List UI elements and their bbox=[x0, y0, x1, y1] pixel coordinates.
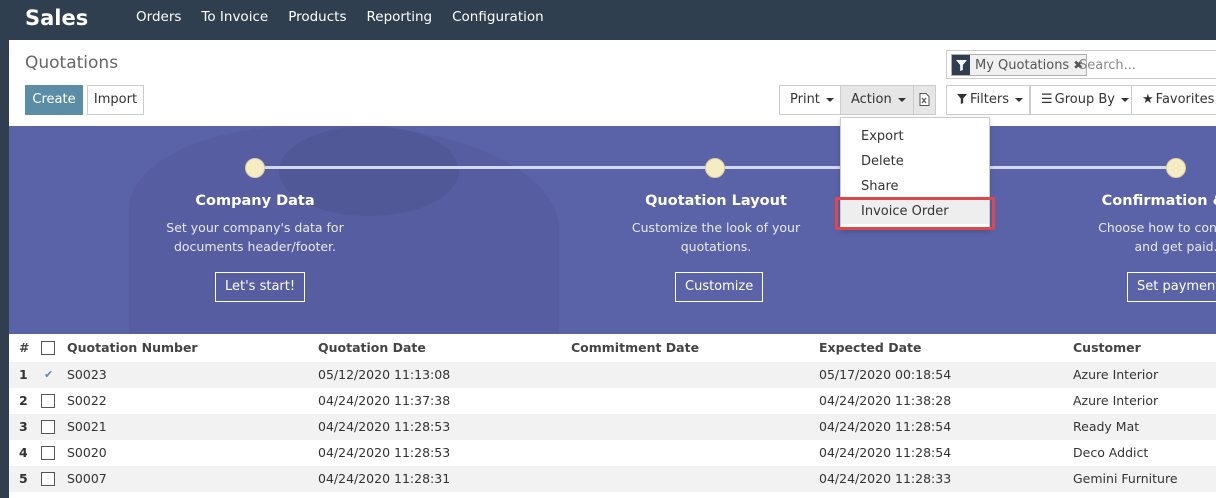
table-row[interactable]: 5 S0007 04/24/2020 11:28:31 04/24/2020 1… bbox=[9, 466, 1216, 492]
step-1-desc-line2: documents header/footer. bbox=[173, 239, 337, 254]
set-payments-button[interactable]: Set payments bbox=[1127, 272, 1216, 302]
menu-item-configuration[interactable]: Configuration bbox=[452, 0, 544, 36]
caret-down-icon bbox=[1014, 97, 1023, 102]
cell-customer: Azure Interior bbox=[1073, 367, 1159, 382]
cell-customer: Ready Mat bbox=[1073, 419, 1140, 434]
search-facet: My Quotations ✖ bbox=[951, 54, 1088, 76]
star-icon: ★ bbox=[1142, 92, 1154, 107]
cell-expected-date: 04/24/2020 11:28:54 bbox=[819, 445, 952, 460]
menu-item-to-invoice[interactable]: To Invoice bbox=[201, 0, 268, 36]
step-3-dot bbox=[1166, 158, 1186, 178]
header-quotation-date[interactable]: Quotation Date bbox=[318, 334, 426, 362]
table-header-row: # Quotation Number Quotation Date Commit… bbox=[9, 334, 1216, 362]
cell-customer: Azure Interior bbox=[1073, 393, 1159, 408]
cell-customer: Deco Addict bbox=[1073, 445, 1149, 460]
page-title: Quotations bbox=[25, 53, 119, 73]
create-button[interactable]: Create bbox=[25, 85, 83, 115]
cell-quotation-number: S0021 bbox=[67, 419, 107, 434]
export-xls-button[interactable] bbox=[913, 85, 936, 115]
table-row[interactable]: 2 S0022 04/24/2020 11:37:38 04/24/2020 1… bbox=[9, 388, 1216, 414]
menu-item-orders[interactable]: Orders bbox=[136, 0, 181, 36]
step-2-title: Quotation Layout bbox=[645, 193, 787, 209]
filter-icon bbox=[952, 55, 970, 75]
step-2-dot bbox=[705, 158, 725, 178]
cell-quotation-number: S0022 bbox=[67, 393, 107, 408]
checkmark-icon[interactable]: ✔ bbox=[44, 362, 53, 388]
header-quotation-number[interactable]: Quotation Number bbox=[67, 334, 198, 362]
select-all-checkbox[interactable] bbox=[41, 341, 55, 355]
row-index: 3 bbox=[19, 419, 28, 434]
row-index: 5 bbox=[19, 471, 28, 486]
row-checkbox[interactable] bbox=[41, 420, 55, 434]
header-index: # bbox=[19, 340, 30, 355]
header-expected-date[interactable]: Expected Date bbox=[819, 334, 921, 362]
row-checkbox[interactable] bbox=[41, 446, 55, 460]
group-by-dropdown-button[interactable]: ☰ Group By bbox=[1030, 85, 1132, 115]
main-menu: Orders To Invoice Products Reporting Con… bbox=[136, 0, 564, 36]
row-index: 2 bbox=[19, 393, 28, 408]
step-2-desc-line2: quotations. bbox=[680, 239, 752, 254]
row-checkbox[interactable] bbox=[41, 394, 55, 408]
cell-quotation-date: 04/24/2020 11:37:38 bbox=[318, 393, 451, 408]
step-3-title: Confirmation & Pa bbox=[1101, 193, 1216, 209]
step-3-desc-line1: Choose how to confirm q bbox=[1098, 220, 1216, 235]
bars-icon: ☰ bbox=[1041, 92, 1053, 107]
lets-start-button[interactable]: Let's start! bbox=[215, 272, 306, 302]
cell-quotation-number: S0007 bbox=[67, 471, 107, 486]
top-navbar: Sales Orders To Invoice Products Reporti… bbox=[0, 0, 1216, 40]
app-brand[interactable]: Sales bbox=[25, 4, 88, 32]
step-2-desc-line1: Customize the look of your bbox=[631, 220, 801, 235]
filters-label: Filters bbox=[970, 92, 1009, 107]
annotation-highlight-box bbox=[835, 197, 995, 230]
header-commitment-date[interactable]: Commitment Date bbox=[571, 334, 699, 362]
menu-item-delete[interactable]: Delete bbox=[841, 149, 989, 174]
action-dropdown-button[interactable]: Action bbox=[840, 85, 914, 115]
row-index: 1 bbox=[19, 367, 28, 382]
filter-icon bbox=[957, 94, 967, 104]
print-label: Print bbox=[790, 92, 820, 107]
row-checkbox[interactable] bbox=[41, 472, 55, 486]
menu-item-products[interactable]: Products bbox=[288, 0, 346, 36]
onboarding-banner: Company Data Set your company's data for… bbox=[9, 126, 1216, 334]
customize-button[interactable]: Customize bbox=[675, 272, 764, 302]
caret-down-icon bbox=[1120, 97, 1129, 102]
row-index: 4 bbox=[19, 445, 28, 460]
menu-item-export[interactable]: Export bbox=[841, 124, 989, 149]
menu-item-reporting[interactable]: Reporting bbox=[366, 0, 432, 36]
left-edge-bar bbox=[0, 40, 9, 498]
cell-quotation-number: S0020 bbox=[67, 445, 107, 460]
cell-expected-date: 04/24/2020 11:38:28 bbox=[819, 393, 952, 408]
header-customer[interactable]: Customer bbox=[1073, 334, 1141, 362]
cell-customer: Gemini Furniture bbox=[1073, 471, 1178, 486]
step-3-desc-line2: and get paid. bbox=[1134, 239, 1216, 254]
filters-dropdown-button[interactable]: Filters bbox=[946, 85, 1030, 115]
step-1-title: Company Data bbox=[195, 193, 315, 209]
print-dropdown-button[interactable]: Print bbox=[779, 85, 841, 115]
search-bar: My Quotations ✖ bbox=[946, 50, 1216, 79]
search-input[interactable] bbox=[1079, 55, 1216, 75]
step-1-desc-line1: Set your company's data for bbox=[166, 220, 344, 235]
cell-expected-date: 05/17/2020 00:18:54 bbox=[819, 367, 952, 382]
cell-quotation-date: 04/24/2020 11:28:53 bbox=[318, 419, 451, 434]
cell-quotation-date: 05/12/2020 11:13:08 bbox=[318, 367, 451, 382]
cell-quotation-date: 04/24/2020 11:28:53 bbox=[318, 445, 451, 460]
step-1-dot bbox=[245, 158, 265, 178]
favorites-dropdown-button[interactable]: ★ Favorites bbox=[1131, 85, 1216, 115]
cell-expected-date: 04/24/2020 11:28:33 bbox=[819, 471, 952, 486]
cell-quotation-number: S0023 bbox=[67, 367, 107, 382]
table-row[interactable]: 3 S0021 04/24/2020 11:28:53 04/24/2020 1… bbox=[9, 414, 1216, 440]
favorites-label: Favorites bbox=[1155, 92, 1215, 107]
cell-expected-date: 04/24/2020 11:28:54 bbox=[819, 419, 952, 434]
table-row[interactable]: 1 ✔ S0023 05/12/2020 11:13:08 05/17/2020… bbox=[9, 362, 1216, 388]
caret-down-icon bbox=[897, 97, 906, 102]
spreadsheet-icon bbox=[919, 93, 930, 106]
cell-quotation-date: 04/24/2020 11:28:31 bbox=[318, 471, 451, 486]
caret-down-icon bbox=[825, 97, 834, 102]
table-row[interactable]: 4 S0020 04/24/2020 11:28:53 04/24/2020 1… bbox=[9, 440, 1216, 466]
menu-item-share[interactable]: Share bbox=[841, 174, 989, 199]
facet-label: My Quotations bbox=[975, 57, 1070, 73]
action-label: Action bbox=[851, 92, 892, 107]
import-button[interactable]: Import bbox=[87, 85, 144, 115]
group-by-label: Group By bbox=[1054, 92, 1115, 107]
